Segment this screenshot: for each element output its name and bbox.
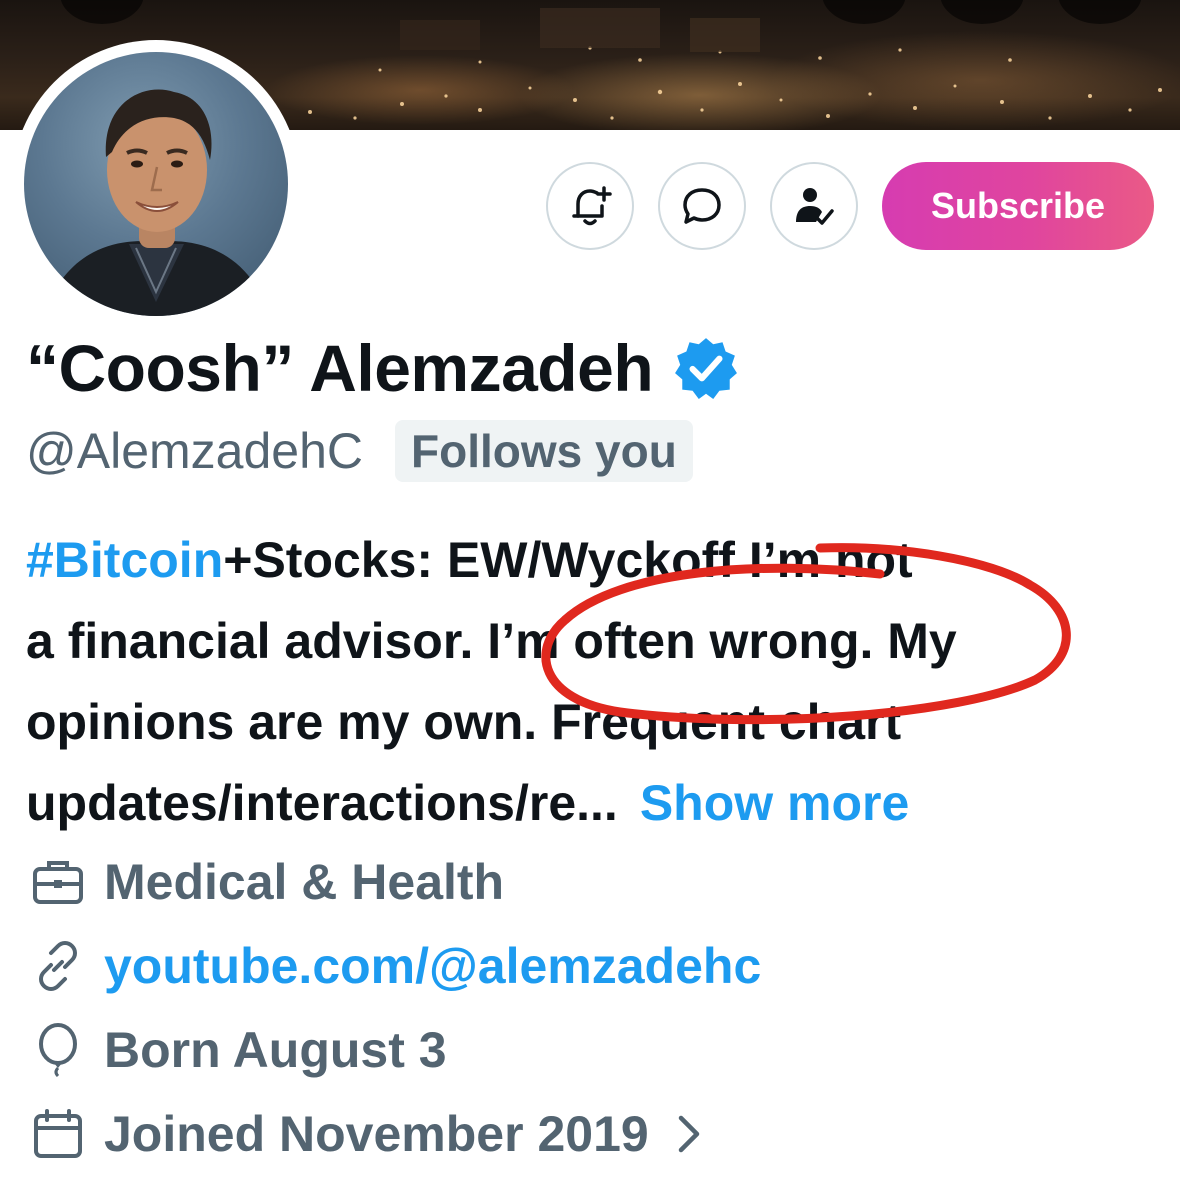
profile-name-row: “Coosh” Alemzadeh [26,330,739,406]
category-text: Medical & Health [104,854,505,910]
bio-line: #Bitcoin+Stocks: EW/Wyckoff I’m not [26,520,1156,601]
bitcoin-hashtag-link[interactable]: #Bitcoin [26,532,223,588]
verified-badge-icon[interactable] [673,335,739,401]
handle-row: @AlemzadehC Follows you [26,420,693,482]
display-name: “Coosh” Alemzadeh [26,331,654,405]
chat-bubble-icon [683,188,721,224]
calendar-icon [34,1109,82,1158]
birthday-text: Born August 3 [104,1022,447,1078]
bio-line: opinions are my own. Frequent chart [26,694,902,750]
website-link[interactable]: youtube.com/@alemzadehc [104,937,761,995]
following-button[interactable] [770,162,858,250]
briefcase-icon [33,861,83,904]
profile-joined[interactable]: Joined November 2019 [30,1104,709,1164]
bio-line: a financial advisor. I’m often wrong. My [26,613,957,669]
avatar-photo [24,52,288,316]
profile-website: youtube.com/@alemzadehc [30,936,761,996]
bio-text: +Stocks: EW/Wyckoff I’m not [223,532,913,588]
balloon-icon [39,1023,77,1078]
joined-text: Joined November 2019 [104,1106,649,1162]
profile-avatar[interactable] [12,40,300,328]
message-button[interactable] [658,162,746,250]
follows-you-badge: Follows you [395,420,693,482]
subscribe-button[interactable]: Subscribe [882,162,1154,250]
chevron-right-icon [678,1115,699,1153]
notifications-button[interactable] [546,162,634,250]
bio-line: updates/interactions/re... Show more [26,763,1156,844]
avatar-portrait [44,89,270,316]
profile-birthday: Born August 3 [30,1020,447,1080]
link-icon [39,941,77,991]
profile-handle: @AlemzadehC [26,423,364,479]
person-check-icon [796,188,834,225]
bio-text: updates/interactions/re... [26,775,618,831]
profile-category: Medical & Health [30,852,504,912]
profile-bio: #Bitcoin+Stocks: EW/Wyckoff I’m not a fi… [26,520,1156,844]
show-more-link[interactable]: Show more [640,775,909,831]
bell-plus-icon [572,186,612,226]
